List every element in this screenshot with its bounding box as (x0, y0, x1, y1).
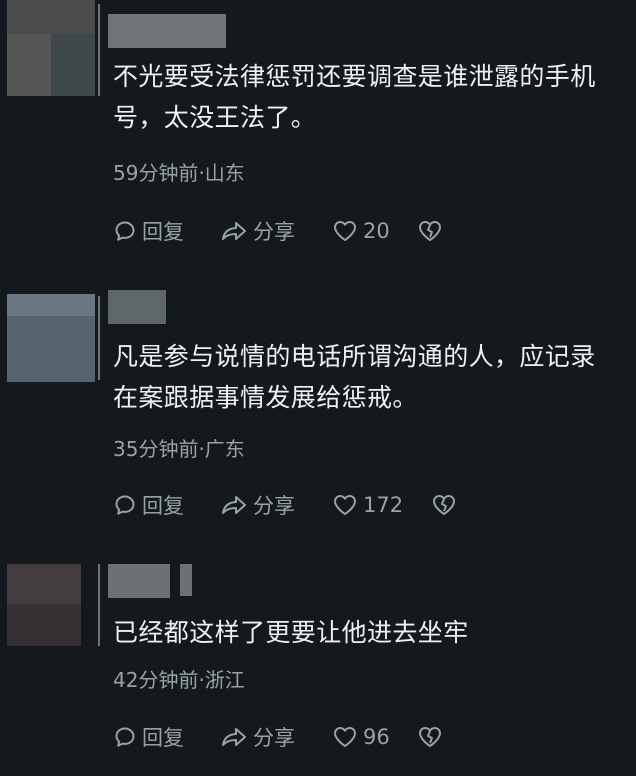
avatar[interactable] (7, 294, 95, 382)
like-count: 172 (363, 493, 404, 517)
comment-bubble-icon (113, 493, 137, 517)
share-arrow-icon (220, 725, 248, 749)
comment-text-line: 已经都这样了更要让他进去坐牢 (113, 618, 469, 647)
heart-outline-icon (332, 493, 358, 517)
divider (98, 564, 100, 646)
like-button[interactable]: 172 (332, 490, 403, 520)
dislike-button[interactable] (431, 490, 457, 520)
comment-text-line: 凡是参与说情的电话所谓沟通的人，应记录 (113, 342, 596, 371)
avatar[interactable] (7, 564, 81, 646)
avatar-pixel-block (51, 34, 95, 96)
reply-label: 回复 (142, 726, 184, 750)
share-button[interactable]: 分享 (220, 216, 295, 246)
comment-bubble-icon (113, 219, 137, 243)
broken-heart-icon (431, 493, 457, 517)
comment-item: 凡是参与说情的电话所谓沟通的人，应记录 在案跟据事情发展给惩戒。 35分钟前·广… (0, 286, 636, 548)
broken-heart-icon (417, 219, 443, 243)
comment-text: 已经都这样了更要让他进去坐牢 (113, 612, 618, 653)
avatar-pixel-block (7, 0, 95, 34)
share-label: 分享 (253, 220, 295, 244)
username-mark (180, 564, 192, 596)
comment-text-line: 不光要受法律惩罚还要调查是谁泄露的手机 (113, 62, 596, 91)
dislike-button[interactable] (417, 216, 443, 246)
share-arrow-icon (220, 219, 248, 243)
username-blurred[interactable] (108, 14, 226, 48)
like-button[interactable]: 96 (332, 722, 390, 752)
comment-meta: 35分钟前·广东 (113, 437, 245, 461)
share-arrow-icon (220, 493, 248, 517)
divider (98, 296, 100, 380)
share-button[interactable]: 分享 (220, 490, 295, 520)
avatar-pixel-block (7, 294, 95, 316)
comment-meta: 59分钟前·山东 (113, 161, 245, 185)
comment-actions: 回复 分享 96 (113, 722, 513, 752)
comment-actions: 回复 分享 172 (113, 490, 513, 520)
dislike-button[interactable] (417, 722, 443, 752)
heart-outline-icon (332, 725, 358, 749)
reply-button[interactable]: 回复 (113, 216, 184, 246)
comment-text: 凡是参与说情的电话所谓沟通的人，应记录 在案跟据事情发展给惩戒。 (113, 336, 618, 418)
heart-outline-icon (332, 219, 358, 243)
avatar-pixel-block (7, 316, 95, 382)
comment-text-line: 在案跟据事情发展给惩戒。 (113, 383, 418, 412)
like-button[interactable]: 20 (332, 216, 390, 246)
avatar[interactable] (7, 0, 95, 96)
reply-label: 回复 (142, 220, 184, 244)
share-label: 分享 (253, 494, 295, 518)
avatar-pixel-block (7, 604, 81, 646)
avatar-pixel-block (7, 34, 51, 96)
like-count: 20 (363, 219, 390, 243)
reply-button[interactable]: 回复 (113, 722, 184, 752)
avatar-pixel-block (7, 564, 81, 604)
comment-text-line: 号，太没王法了。 (113, 103, 317, 132)
reply-label: 回复 (142, 494, 184, 518)
comment-meta: 42分钟前·浙江 (113, 668, 245, 692)
share-label: 分享 (253, 726, 295, 750)
divider (98, 4, 100, 96)
username-blurred[interactable] (108, 290, 166, 324)
reply-button[interactable]: 回复 (113, 490, 184, 520)
share-button[interactable]: 分享 (220, 722, 295, 752)
like-count: 96 (363, 725, 390, 749)
comment-text: 不光要受法律惩罚还要调查是谁泄露的手机 号，太没王法了。 (113, 56, 618, 138)
broken-heart-icon (417, 725, 443, 749)
comment-item: 不光要受法律惩罚还要调查是谁泄露的手机 号，太没王法了。 59分钟前·山东 回复… (0, 0, 636, 270)
comment-item: 已经都这样了更要让他进去坐牢 42分钟前·浙江 回复 分享 96 (0, 556, 636, 776)
comment-actions: 回复 分享 20 (113, 216, 513, 246)
comment-bubble-icon (113, 725, 137, 749)
username-blurred[interactable] (108, 564, 170, 598)
